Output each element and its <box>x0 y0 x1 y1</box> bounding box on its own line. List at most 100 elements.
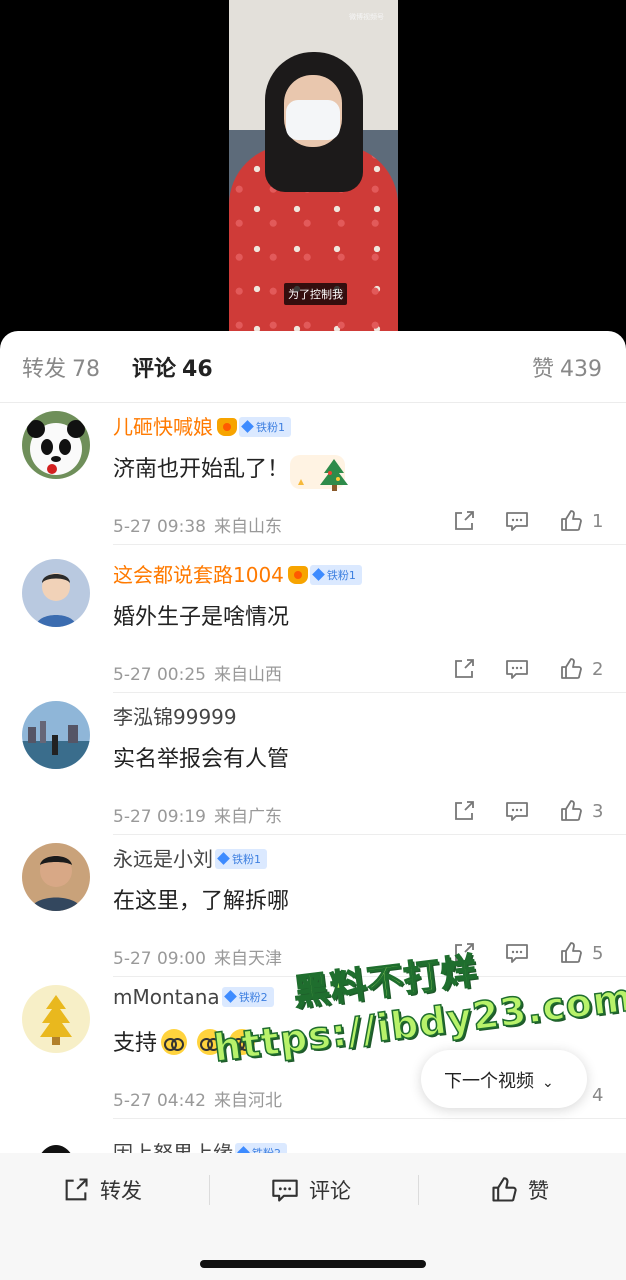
avatar[interactable] <box>22 843 90 911</box>
video-logo: 微博视频号 <box>349 13 384 21</box>
person-mask <box>286 100 340 140</box>
username-text: 儿砸快喊娘 <box>113 415 213 439</box>
reply-icon[interactable] <box>505 941 529 965</box>
video-player[interactable]: 微博视频号 为了控制我 <box>0 0 626 345</box>
comment-item: 永远是小刘 铁粉1 在这里，了解拆哪 5-27 09:00 来自天津 5 <box>0 835 626 977</box>
glasses-emoji-icon <box>161 1029 188 1055</box>
repost-label: 转发 <box>100 1179 142 1203</box>
divider <box>113 544 626 545</box>
fan-badge: 铁粉2 <box>221 987 274 1007</box>
like-label: 赞 <box>528 1179 549 1203</box>
comment-date: 5-27 00:25 <box>113 665 206 685</box>
thumbs-up-icon[interactable] <box>559 509 583 533</box>
avatar[interactable] <box>22 985 90 1053</box>
like-count: 5 <box>592 943 604 964</box>
avatar[interactable] <box>22 701 90 769</box>
reply-icon[interactable] <box>505 509 529 533</box>
chevron-down-icon: ⌄ <box>542 1075 554 1091</box>
share-icon[interactable] <box>452 509 476 533</box>
tab-bar: 转发 78 评论 46 赞 439 <box>0 331 626 403</box>
comment-meta: 5-27 09:00 来自天津 <box>113 944 282 969</box>
tab-comment-label: 评论 <box>132 357 177 382</box>
christmas-tree-sticker-icon <box>290 455 348 491</box>
comment-meta: 5-27 09:19 来自广东 <box>113 802 282 827</box>
comment-meta: 5-27 04:42 来自河北 <box>113 1086 282 1111</box>
thumbs-up-icon[interactable] <box>559 657 583 681</box>
comment-meta: 5-27 09:38 来自山东 <box>113 512 282 537</box>
share-icon[interactable] <box>452 657 476 681</box>
comment-meta: 5-27 00:25 来自山西 <box>113 660 282 685</box>
username[interactable]: 这会都说套路1004 铁粉1 <box>113 559 362 588</box>
fan-badge-label: 铁粉2 <box>238 991 268 1004</box>
like-count: 1 <box>592 511 604 532</box>
fan-badge: 铁粉1 <box>239 417 291 437</box>
username-text: 李泓锦99999 <box>113 705 237 729</box>
comment-location: 来自山东 <box>213 517 282 537</box>
fan-badge: 铁粉1 <box>309 565 362 585</box>
tab-repost-label: 转发 <box>22 357 67 382</box>
comment-text: 济南也开始乱了！ <box>113 457 290 482</box>
comment-location: 来自广东 <box>213 807 282 827</box>
comment-text-content: 支持 <box>113 1031 158 1056</box>
comment-text: 实名举报会有人管 <box>113 747 290 772</box>
like-button[interactable]: 赞 <box>490 1175 549 1205</box>
username[interactable]: 永远是小刘 铁粉1 <box>113 843 267 872</box>
separator <box>209 1175 210 1205</box>
comment-date: 5-27 09:19 <box>113 807 206 827</box>
crown-icon <box>287 566 308 584</box>
comment-item: 李泓锦99999 实名举报会有人管 5-27 09:19 来自广东 3 <box>0 693 626 835</box>
diamond-icon <box>223 990 237 1003</box>
comment-date: 5-27 09:00 <box>113 949 206 969</box>
reply-icon <box>272 1179 298 1202</box>
tab-comment[interactable]: 评论 46 <box>132 351 213 383</box>
username[interactable]: 李泓锦99999 <box>113 701 237 730</box>
next-video-button[interactable]: 下一个视频 ⌄ <box>421 1050 587 1108</box>
cartoon-boy-avatar-icon <box>22 559 90 627</box>
comment-button[interactable]: 评论 <box>271 1175 351 1205</box>
tab-like[interactable]: 赞 439 <box>532 351 602 383</box>
thumbs-up-icon[interactable] <box>559 799 583 823</box>
comment-location: 来自天津 <box>213 949 282 969</box>
fan-badge-label: 铁粉1 <box>256 421 285 434</box>
avatar[interactable] <box>22 411 90 479</box>
tab-like-label: 赞 <box>531 357 554 382</box>
fan-badge-label: 铁粉1 <box>326 569 356 582</box>
home-indicator[interactable] <box>200 1260 426 1268</box>
thumbs-up-icon[interactable] <box>559 941 583 965</box>
comment-date: 5-27 04:42 <box>113 1091 206 1111</box>
fan-badge-label: 铁粉1 <box>232 853 261 866</box>
share-icon[interactable] <box>452 941 476 965</box>
fan-badge: 铁粉1 <box>215 849 267 869</box>
tab-repost[interactable]: 转发 78 <box>22 351 100 383</box>
comment-location: 来自河北 <box>213 1091 282 1111</box>
comment-item: 这会都说套路1004 铁粉1 婚外生子是啥情况 5-27 00:25 来自山西 2 <box>0 551 626 693</box>
separator <box>418 1175 419 1205</box>
comment-text: 婚外生子是啥情况 <box>113 605 290 630</box>
repost-button[interactable]: 转发 <box>62 1175 142 1205</box>
comment-location: 来自山西 <box>213 665 282 685</box>
panda-avatar-icon <box>22 411 90 479</box>
reply-icon[interactable] <box>505 799 529 823</box>
comment-date: 5-27 09:38 <box>113 517 206 537</box>
diamond-icon <box>312 568 325 581</box>
crown-icon <box>217 418 237 436</box>
tab-like-count: 439 <box>560 357 602 382</box>
username[interactable]: mMontana 铁粉2 <box>113 985 274 1009</box>
diamond-icon <box>217 852 230 865</box>
like-count: 4 <box>592 1085 604 1106</box>
gold-tree-avatar-icon <box>22 985 90 1053</box>
glasses-emoji-icon <box>197 1029 224 1055</box>
diamond-icon <box>241 420 254 433</box>
tab-comment-count: 46 <box>182 357 213 382</box>
like-count: 2 <box>592 659 604 680</box>
avatar[interactable] <box>22 559 90 627</box>
share-icon[interactable] <box>452 799 476 823</box>
username[interactable]: 儿砸快喊娘 铁粉1 <box>113 411 291 440</box>
like-count: 3 <box>592 801 604 822</box>
reply-icon[interactable] <box>505 657 529 681</box>
man-avatar-icon <box>22 843 90 911</box>
thumbs-up-icon <box>492 1177 517 1202</box>
username-text: 永远是小刘 <box>113 847 213 871</box>
comment-label: 评论 <box>309 1179 351 1203</box>
next-video-label: 下一个视频 <box>444 1071 534 1092</box>
